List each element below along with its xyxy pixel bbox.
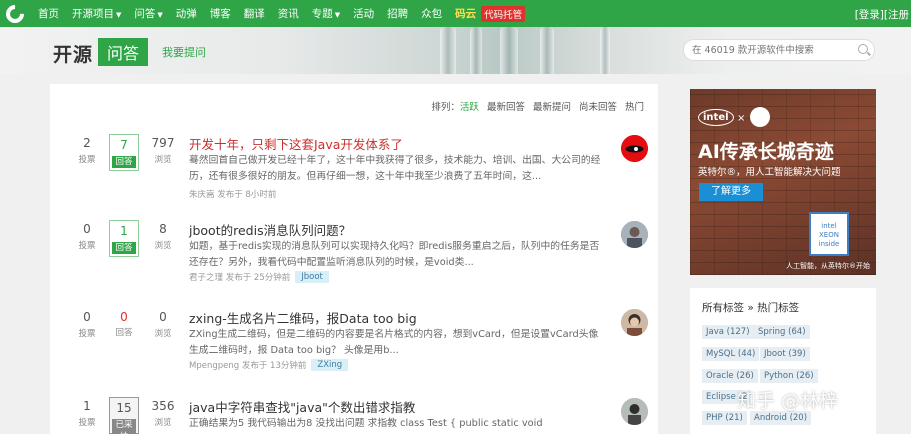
partner-logo-icon [750, 107, 770, 127]
nav-news[interactable]: 资讯 [278, 6, 299, 21]
view-count: 797 浏览 [151, 136, 175, 165]
ad-times: × [737, 113, 746, 124]
learn-more-button[interactable]: 了解更多 [699, 183, 763, 201]
sort-hot[interactable]: 热门 [625, 99, 644, 113]
view-count: 8 浏览 [154, 222, 172, 251]
tag-item[interactable]: PHP (21) [702, 411, 747, 425]
brand-title: 开源 [53, 44, 94, 66]
vote-count: 2 投票 [78, 136, 96, 165]
avatar[interactable] [621, 398, 648, 425]
vote-count: 1 投票 [78, 399, 96, 428]
question-excerpt: 正确结果为5 我代码输出为8 没找出问题 求指教 class Test { pu… [189, 418, 543, 429]
nav-crowdsourcing[interactable]: 众包 [421, 6, 442, 21]
answer-count[interactable]: 15已采纳 [109, 397, 139, 434]
tag-item[interactable]: MySQL (44) [702, 347, 760, 361]
oschina-logo-icon[interactable] [0, 0, 30, 27]
question-meta: 朱庆嵩 发布于 8小时前 [189, 190, 277, 200]
question-list: 排列： 活跃 最新回答 最新提问 尚未回答 热门 2 投票 7 回答 797 浏览 开… [50, 84, 658, 434]
view-count: 356 浏览 [151, 399, 175, 428]
tag-item[interactable]: Python (26) [760, 369, 818, 383]
nav-items: 首页 开源项目 ▼ 问答 ▼ 动弹 博客 翻译 资讯 专题 ▼ 活动 招聘 众包 码云… [38, 5, 526, 22]
question-meta: 君子之瑾 发布于 25分钟前 Jboot [189, 271, 329, 283]
nav-projects[interactable]: 开源项目 ▼ [72, 6, 121, 21]
search-icon[interactable] [858, 44, 868, 54]
sort-active[interactable]: 活跃 [460, 99, 479, 113]
banner-decoration [440, 27, 456, 74]
sort-unanswered[interactable]: 尚未回答 [579, 99, 617, 113]
banner-decoration [540, 27, 554, 74]
answer-count[interactable]: 0 回答 [109, 308, 139, 345]
question-excerpt: ZXing生成二维码，但是二维码的内容要是名片格式的内容，想到vCard，但是设… [189, 329, 599, 356]
view-count: 0 浏览 [154, 310, 172, 339]
question-tag[interactable]: Jboot [295, 271, 329, 283]
xeon-chip-icon: intel XEON inside [809, 212, 849, 256]
nav-qa[interactable]: 问答 ▼ [134, 6, 162, 21]
section-title-badge: 问答 [98, 38, 149, 66]
ad-headline: AI传承长城奇迹 [698, 141, 834, 163]
chevron-down-icon: ▼ [116, 11, 122, 19]
tag-panel-title[interactable]: 所有标签 » 热门标签 [702, 300, 799, 315]
banner-decoration [500, 27, 518, 74]
sort-label: 排列： [431, 102, 460, 113]
question-meta: Mpengpeng 发布于 13分钟前 ZXing [189, 359, 349, 371]
question-title[interactable]: 开发十年，只剩下这套Java开发体系了 [189, 134, 403, 153]
nav-jobs[interactable]: 招聘 [387, 6, 408, 21]
zhihu-watermark: 知乎 @林梓 [737, 390, 839, 412]
tag-item[interactable]: Jboot (39) [760, 347, 810, 361]
intel-logo: intel [698, 109, 734, 126]
sort-latest-question[interactable]: 最新提问 [533, 99, 571, 113]
banner-decoration [470, 27, 482, 74]
tag-item[interactable]: Android (20) [750, 411, 812, 425]
sort-options: 排列： 活跃 最新回答 最新提问 尚未回答 热门 [431, 99, 644, 113]
ad-footer: 人工智能，从英特尔®开始 [786, 262, 870, 270]
nav-blog[interactable]: 博客 [210, 6, 231, 21]
question-title[interactable]: jboot的redis消息队列问题？ [189, 220, 351, 239]
chevron-down-icon: ▼ [157, 11, 163, 19]
nav-code-hosting-badge[interactable]: 代码托管 [481, 5, 526, 22]
nav-topics[interactable]: 专题 ▼ [312, 6, 340, 21]
question-tag[interactable]: ZXing [311, 359, 349, 371]
vote-count: 0 投票 [78, 310, 96, 339]
chevron-down-icon: ▼ [334, 11, 341, 19]
question-excerpt: 蓦然回首自己做开发已经十年了，这十年中我获得了很多，技术能力、培训、出国、大公司… [189, 155, 601, 182]
sort-latest-answer[interactable]: 最新回答 [487, 99, 525, 113]
avatar[interactable] [621, 309, 648, 336]
vote-count: 0 投票 [78, 222, 96, 251]
nav-events[interactable]: 活动 [353, 6, 374, 21]
question-title[interactable]: java中字符串查找"java"个数出错求指教 [189, 397, 415, 416]
question-title[interactable]: zxing-生成名片二维码，报Data too big [189, 308, 417, 327]
answer-count[interactable]: 7 回答 [109, 134, 139, 171]
nav-translate[interactable]: 翻译 [244, 6, 265, 21]
top-nav: 首页 开源项目 ▼ 问答 ▼ 动弹 博客 翻译 资讯 专题 ▼ 活动 招聘 众包 码云… [0, 0, 911, 27]
nav-tweets[interactable]: 动弹 [176, 6, 197, 21]
avatar[interactable] [621, 135, 648, 162]
nav-home[interactable]: 首页 [38, 6, 59, 21]
answer-count[interactable]: 1 回答 [109, 220, 139, 257]
search-input[interactable] [683, 39, 875, 61]
tag-item[interactable]: Oracle (26) [702, 369, 758, 383]
ad-subline: 英特尔®，用人工智能解决大问题 [698, 167, 841, 178]
nav-code-cloud[interactable]: 码云 [455, 6, 476, 21]
banner-decoration [600, 27, 610, 74]
intel-ad-banner[interactable]: intel × AI传承长城奇迹 英特尔®，用人工智能解决大问题 了解更多 in… [690, 89, 876, 275]
login-register-link[interactable]: [登录][注册 [855, 7, 909, 22]
ask-question-link[interactable]: 我要提问 [162, 44, 206, 60]
tag-item[interactable]: Spring (64) [754, 325, 810, 339]
tag-item[interactable]: Java (127) [702, 325, 754, 339]
avatar[interactable] [621, 221, 648, 248]
question-excerpt: 如题，基于redis实现的消息队列可以实现持久化吗？即redis服务重启之后，队… [189, 241, 600, 268]
